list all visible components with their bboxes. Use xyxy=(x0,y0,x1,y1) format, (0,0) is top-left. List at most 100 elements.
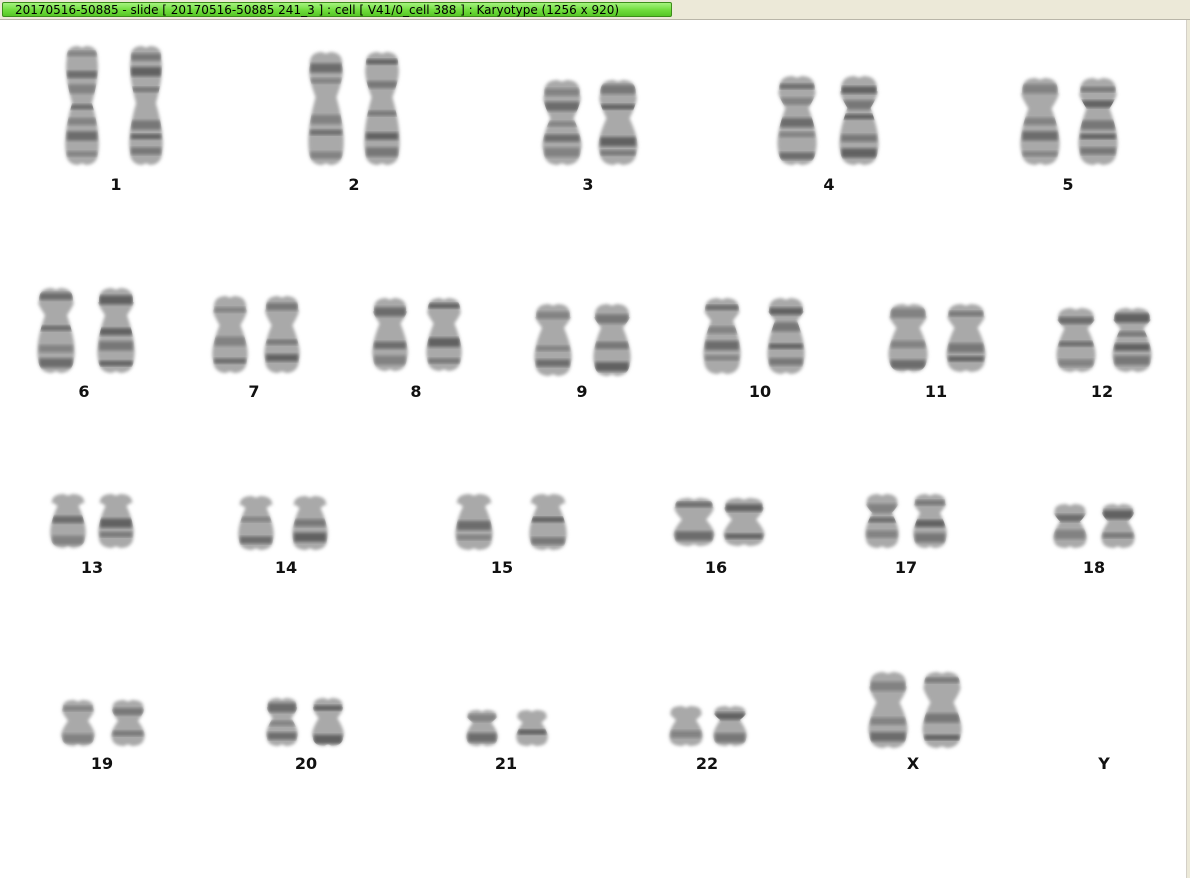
chromosome-bands xyxy=(670,730,702,738)
chromosome-label: 4 xyxy=(823,175,834,194)
chromosome-band xyxy=(1080,147,1116,155)
chromosome-pair-14[interactable]: 14 xyxy=(238,496,328,577)
chromosome-band xyxy=(769,358,803,366)
chromosome-band xyxy=(99,531,133,537)
chromosome-pair-9[interactable]: 9 xyxy=(534,304,631,401)
chromosome-band xyxy=(536,311,570,319)
chromosome-band xyxy=(779,118,815,128)
chromosome-band xyxy=(427,337,461,347)
chromosome-band xyxy=(1058,316,1094,324)
chromosome-label: 21 xyxy=(495,754,517,773)
chromosome-band xyxy=(536,345,570,351)
chromosome-homolog[interactable] xyxy=(129,46,163,165)
chromosome-pair-x[interactable]: X xyxy=(868,672,962,773)
chromosome-band xyxy=(427,303,461,309)
chromosome-band xyxy=(1022,84,1058,94)
chromosome-label: X xyxy=(907,754,920,773)
chromosome-band xyxy=(544,134,580,142)
chromosome-pair-12[interactable]: 12 xyxy=(1056,308,1152,401)
chromosome-band xyxy=(536,359,570,367)
chromosome-band xyxy=(1114,355,1150,365)
chromosome-band xyxy=(1114,331,1150,337)
chromosome-label: 12 xyxy=(1091,382,1113,401)
chromosome-band xyxy=(213,307,247,313)
chromosome-bands xyxy=(267,703,297,740)
chromosome-pair-16[interactable]: 16 xyxy=(673,498,765,577)
chromosome-pair-22[interactable]: 22 xyxy=(669,706,747,773)
chromosome-band xyxy=(600,150,636,156)
chromosome-pair-3[interactable]: 3 xyxy=(542,80,638,194)
chromosome-band xyxy=(600,104,636,110)
chromosome-label: 14 xyxy=(275,558,297,577)
chromosome-pair-21[interactable]: 21 xyxy=(466,710,548,773)
chromosome-band xyxy=(293,519,327,527)
chromosome-band xyxy=(675,502,713,508)
chromosome-homolog[interactable] xyxy=(516,710,548,746)
chromosome-label: 9 xyxy=(576,382,587,401)
chromosome-band xyxy=(1080,133,1116,139)
chromosome-pair-18[interactable]: 18 xyxy=(1053,504,1135,577)
chromosome-band xyxy=(1114,343,1150,351)
chromosome-band xyxy=(130,67,162,77)
chromosome-pair-6[interactable]: 6 xyxy=(37,288,135,401)
chromosome-band xyxy=(705,305,739,311)
chromosome-band xyxy=(99,328,133,336)
chromosome-band xyxy=(779,152,815,160)
chromosome-band xyxy=(890,340,926,348)
chromosome-pair-2[interactable]: 2 xyxy=(308,52,400,194)
chromosome-pair-4[interactable]: 4 xyxy=(777,76,879,194)
chromosome-pair-8[interactable]: 8 xyxy=(372,298,462,401)
chromosome-band xyxy=(914,533,946,543)
chromosome-homolog[interactable] xyxy=(1053,504,1087,548)
chromosome-pair-20[interactable]: 20 xyxy=(266,698,344,773)
chromosome-band xyxy=(914,500,946,506)
chromosome-band xyxy=(866,504,898,514)
chromosome-band xyxy=(309,129,343,135)
chromosome-band xyxy=(600,84,636,94)
chromosome-homolog[interactable] xyxy=(111,700,145,746)
chromosome-band xyxy=(373,341,407,349)
chromosome-pair-19[interactable]: 19 xyxy=(61,700,145,773)
chromosome-band xyxy=(595,314,629,324)
chromosome-label: 22 xyxy=(696,754,718,773)
chromosome-band xyxy=(670,730,702,738)
chromosome-band xyxy=(66,84,98,94)
chromosome-band xyxy=(1114,313,1150,323)
chromosome-label: 3 xyxy=(582,175,593,194)
chromosome-band xyxy=(457,534,491,540)
chromosome-band xyxy=(1080,100,1116,108)
chromosome-pair-5[interactable]: 5 xyxy=(1020,78,1118,194)
chromosome-band xyxy=(769,322,803,332)
chromosome-band xyxy=(66,104,98,110)
chromosome-band xyxy=(866,530,898,538)
chromosome-pair-7[interactable]: 7 xyxy=(212,296,300,401)
chromosome-pair-1[interactable]: 1 xyxy=(65,46,163,194)
chromosome-band xyxy=(769,307,803,315)
chromosome-band xyxy=(595,362,629,372)
chromosome-pair-11[interactable]: 11 xyxy=(888,304,986,401)
chromosome-band xyxy=(239,536,273,544)
chromosome-band xyxy=(779,83,815,89)
chromosome-pair-17[interactable]: 17 xyxy=(865,494,947,577)
chromosome-band xyxy=(1102,532,1134,538)
chromosome-label: 2 xyxy=(348,175,359,194)
chromosome-pair-15[interactable]: 15 xyxy=(455,494,567,577)
chromosome-pair-y[interactable]: Y xyxy=(1097,754,1110,773)
chromosome-label: 6 xyxy=(78,382,89,401)
chromosome-homolog[interactable] xyxy=(669,706,703,746)
chromosome-band xyxy=(544,147,580,157)
chromosome-band xyxy=(1054,529,1086,539)
chromosome-band xyxy=(924,713,960,723)
chromosome-band xyxy=(870,732,906,742)
chromosome-band xyxy=(914,519,946,527)
chromosome-pair-10[interactable]: 10 xyxy=(703,298,805,401)
chromosome-band xyxy=(39,345,73,353)
chromosome-band xyxy=(130,120,162,130)
chromosome-band xyxy=(1080,86,1116,92)
chromosome-band xyxy=(841,148,877,158)
chromosome-pair-13[interactable]: 13 xyxy=(50,494,134,577)
chromosome-band xyxy=(267,732,297,740)
chromosome-band xyxy=(313,734,343,744)
chromosome-band xyxy=(309,151,343,159)
chromosome-band xyxy=(675,531,713,541)
